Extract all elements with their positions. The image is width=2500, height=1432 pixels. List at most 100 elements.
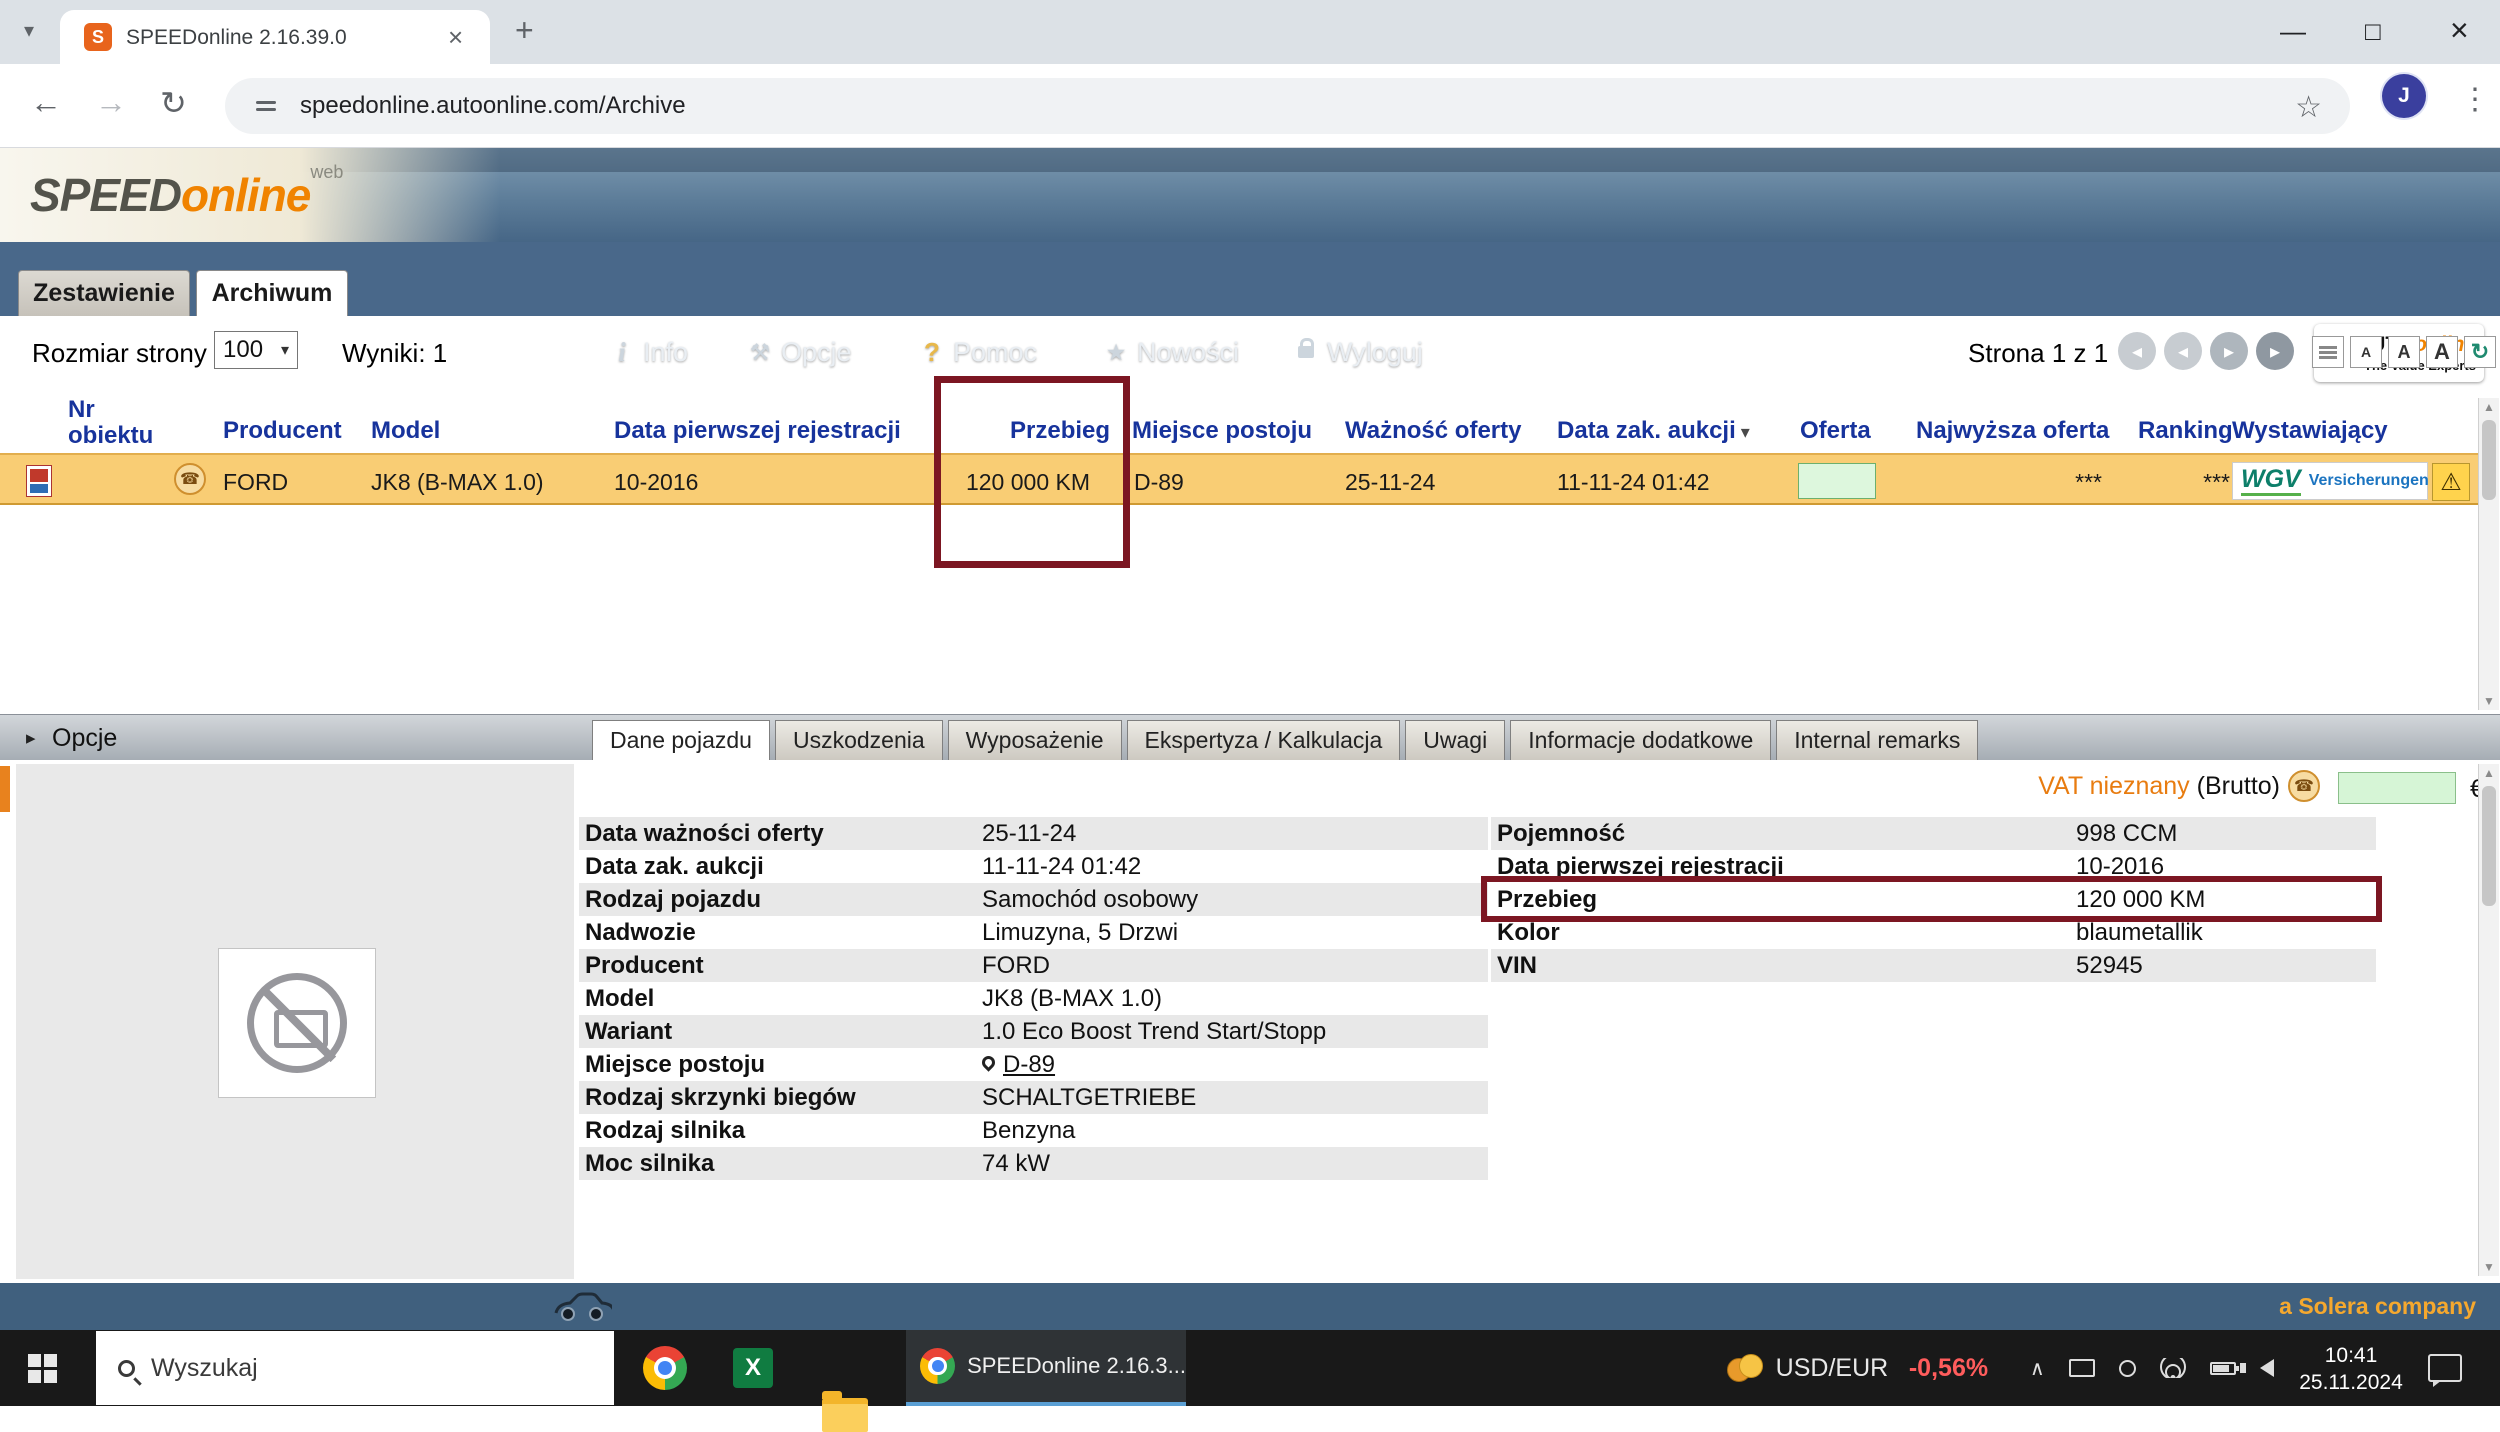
- chrome-icon[interactable]: [643, 1346, 687, 1390]
- table-scrollbar[interactable]: ▲ ▼: [2478, 398, 2499, 710]
- scroll-down-icon[interactable]: ▼: [2479, 1260, 2499, 1274]
- price-input[interactable]: [2338, 772, 2456, 804]
- site-info-icon[interactable]: [253, 93, 279, 119]
- new-tab-button[interactable]: +: [515, 12, 534, 49]
- first-page-button[interactable]: ◂: [2118, 332, 2156, 370]
- detail-tab[interactable]: Ekspertyza / Kalkulacja: [1127, 720, 1401, 760]
- detail-row: Model JK8 (B-MAX 1.0): [579, 982, 1488, 1015]
- scrollbar-thumb[interactable]: [2482, 420, 2496, 500]
- menu-item-wyloguj[interactable]: Wyloguj: [1294, 336, 1423, 368]
- detail-tab[interactable]: Dane pojazdu: [592, 720, 770, 760]
- menu-item-pomoc[interactable]: ? Pomoc: [920, 336, 1037, 368]
- forward-icon[interactable]: →: [95, 84, 127, 121]
- detail-tab[interactable]: Uwagi: [1405, 720, 1505, 760]
- back-icon[interactable]: ←: [30, 84, 62, 121]
- detail-tab[interactable]: Internal remarks: [1776, 720, 1978, 760]
- column-header[interactable]: Model: [371, 417, 440, 445]
- detail-label: Rodzaj pojazdu: [585, 886, 982, 914]
- reload-icon[interactable]: ↻: [160, 84, 187, 122]
- detail-tab[interactable]: Wyposażenie: [948, 720, 1122, 760]
- details-scrollbar[interactable]: ▲ ▼: [2478, 764, 2499, 1276]
- start-button[interactable]: [28, 1354, 57, 1383]
- page-size-select[interactable]: 100 ▾: [214, 331, 298, 369]
- next-page-button[interactable]: ▸: [2210, 332, 2248, 370]
- url-field[interactable]: speedonline.autoonline.com/Archive ☆: [225, 78, 2350, 134]
- cell-najwyzsza-oferta: ***: [2010, 469, 2102, 496]
- excel-icon[interactable]: X: [733, 1348, 773, 1388]
- scrollbar-thumb[interactable]: [2482, 786, 2496, 906]
- column-header[interactable]: Data pierwszej rejestracji: [614, 417, 901, 445]
- wystawiajacy-logo[interactable]: WGV Versicherungen: [2232, 462, 2428, 500]
- detail-tab[interactable]: Informacje dodatkowe: [1510, 720, 1771, 760]
- warning-icon[interactable]: ⚠: [2432, 463, 2470, 501]
- detail-row: Producent FORD: [579, 949, 1488, 982]
- menu-item-nowosci[interactable]: ★ Nowości: [1104, 336, 1239, 368]
- font-size-medium-button[interactable]: A: [2388, 336, 2420, 368]
- column-header[interactable]: Miejsce postoju: [1132, 417, 1312, 445]
- onedrive-icon[interactable]: [2119, 1360, 2136, 1377]
- column-header[interactable]: Nr obiektu: [68, 397, 160, 449]
- notification-center-icon[interactable]: [2428, 1354, 2462, 1382]
- options-expander-icon[interactable]: ▸: [26, 727, 36, 750]
- detail-tab[interactable]: Uszkodzenia: [775, 720, 943, 760]
- battery-icon[interactable]: [2210, 1362, 2236, 1375]
- window-maximize-button[interactable]: □: [2365, 16, 2381, 47]
- scroll-down-icon[interactable]: ▼: [2479, 694, 2499, 708]
- panel-collapse-handle[interactable]: [0, 766, 10, 812]
- column-header[interactable]: Data zak. aukcji: [1557, 417, 1750, 445]
- refresh-button[interactable]: ↻: [2464, 336, 2496, 368]
- window-close-button[interactable]: ×: [2450, 12, 2469, 49]
- tab-archiwum[interactable]: Archiwum: [196, 270, 348, 316]
- tab-zestawienie[interactable]: Zestawienie: [18, 270, 190, 316]
- footer-strip: a Solera company: [0, 1283, 2500, 1330]
- wifi-icon[interactable]: [2160, 1358, 2186, 1378]
- url-text[interactable]: speedonline.autoonline.com/Archive: [300, 92, 686, 120]
- font-size-large-button[interactable]: A: [2426, 336, 2458, 368]
- tray-chevron-up-icon[interactable]: ∧: [2030, 1356, 2045, 1381]
- column-header[interactable]: Ważność oferty: [1345, 417, 1521, 445]
- taskbar-app-label: SPEEDonline 2.16.3...: [967, 1353, 1186, 1379]
- taskbar-clock[interactable]: 10:41 25.11.2024: [2292, 1342, 2410, 1396]
- detail-label: Nadwozie: [585, 919, 982, 947]
- profile-avatar[interactable]: J: [2382, 74, 2426, 118]
- scroll-up-icon[interactable]: ▲: [2479, 400, 2499, 414]
- file-explorer-icon[interactable]: [822, 1398, 868, 1432]
- detail-value[interactable]: D-89: [1003, 1051, 1055, 1079]
- menu-item-info[interactable]: i Info: [610, 336, 688, 368]
- detail-row: Kolor blaumetallik: [1491, 916, 2376, 949]
- font-size-small-button[interactable]: A: [2350, 336, 2382, 368]
- tab-close-icon[interactable]: ×: [448, 22, 463, 53]
- column-header[interactable]: Wystawiający: [2232, 417, 2388, 445]
- export-button[interactable]: [2312, 336, 2344, 368]
- column-header[interactable]: Przebieg: [1010, 417, 1110, 445]
- menu-label: Opcje: [781, 337, 852, 368]
- phone-icon[interactable]: ☎: [174, 463, 206, 495]
- column-header[interactable]: Oferta: [1800, 417, 1871, 445]
- browser-address-bar: ← → ↻ speedonline.autoonline.com/Archive…: [0, 64, 2500, 148]
- photo-panel: [16, 764, 574, 1279]
- taskbar-search[interactable]: Wyszukaj: [96, 1331, 614, 1405]
- offer-cell[interactable]: [1798, 463, 1876, 499]
- menu-item-opcje[interactable]: ⚒ Opcje: [748, 336, 852, 368]
- detail-row: Rodzaj skrzynki biegów SCHALTGETRIEBE: [579, 1081, 1488, 1114]
- browser-menu-dots-icon[interactable]: ⋮: [2460, 82, 2490, 117]
- volume-icon[interactable]: [2260, 1359, 2274, 1377]
- column-header[interactable]: Ranking: [2138, 417, 2233, 445]
- scroll-up-icon[interactable]: ▲: [2479, 766, 2499, 780]
- detail-value: FORD: [982, 952, 1050, 980]
- column-header[interactable]: Producent: [223, 417, 342, 445]
- browser-tab[interactable]: S SPEEDonline 2.16.39.0 ×: [60, 10, 490, 64]
- last-page-button[interactable]: ▸: [2256, 332, 2294, 370]
- tab-search-chevron-icon[interactable]: ▾: [24, 18, 34, 43]
- detail-label: Kolor: [1497, 919, 2076, 947]
- column-header[interactable]: Najwyższa oferta: [1916, 417, 2109, 445]
- display-icon[interactable]: [2069, 1359, 2095, 1377]
- result-row[interactable]: ☎ FORD JK8 (B-MAX 1.0) 10-2016 120 000 K…: [0, 453, 2478, 505]
- market-ticker[interactable]: USD/EUR -0,56%: [1727, 1354, 1988, 1389]
- phone-icon[interactable]: ☎: [2288, 770, 2320, 802]
- prev-page-button[interactable]: ◂: [2164, 332, 2202, 370]
- main-tab-band: Zestawienie Archiwum: [0, 242, 2500, 316]
- window-minimize-button[interactable]: —: [2280, 16, 2306, 47]
- taskbar-app-speedonline[interactable]: SPEEDonline 2.16.3...: [906, 1330, 1186, 1406]
- bookmark-star-icon[interactable]: ☆: [2295, 90, 2322, 125]
